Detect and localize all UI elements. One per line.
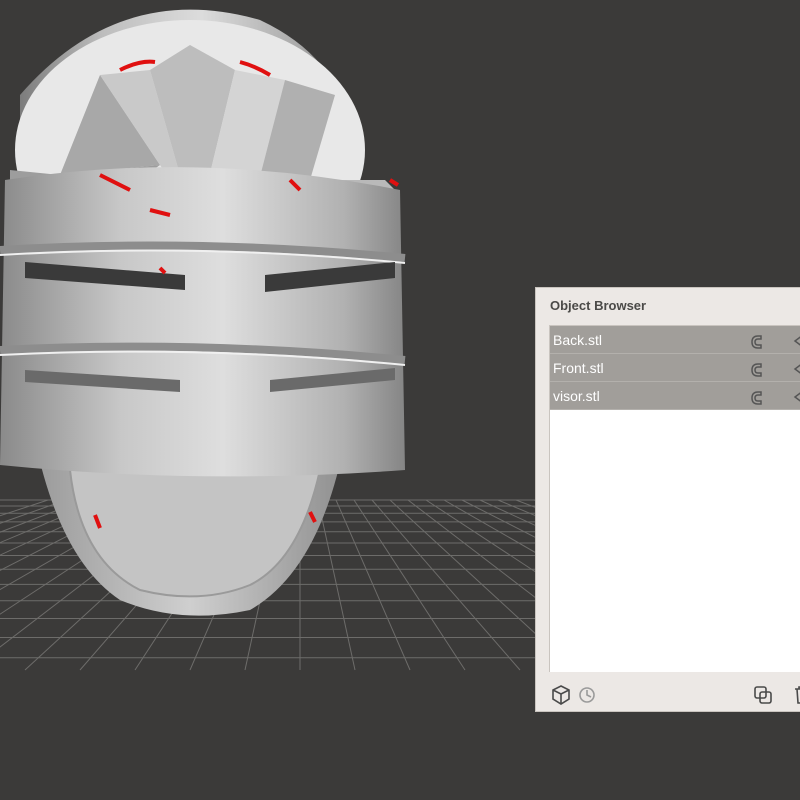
visibility-icon[interactable] [791, 331, 800, 349]
magnet-icon[interactable] [748, 359, 766, 377]
helmet-model [0, 9, 406, 616]
item-label: Front.stl [553, 360, 604, 376]
item-label: Back.stl [553, 332, 603, 348]
duplicate-icon[interactable] [752, 684, 774, 706]
panel-title: Object Browser [550, 298, 647, 313]
item-label: visor.stl [553, 388, 600, 404]
cube-icon[interactable] [550, 684, 572, 706]
magnet-icon[interactable] [748, 387, 766, 405]
list-item[interactable]: visor.stl [550, 382, 800, 410]
clock-reset-icon[interactable] [576, 684, 598, 706]
magnet-icon[interactable] [748, 331, 766, 349]
object-list: Back.stl Front.stl visor.stl [549, 325, 800, 672]
list-item[interactable]: Back.stl [550, 326, 800, 354]
object-browser-panel: Object Browser Back.stl Front.stl visor.… [535, 287, 800, 712]
visibility-icon[interactable] [791, 387, 800, 405]
visibility-icon[interactable] [791, 359, 800, 377]
list-item[interactable]: Front.stl [550, 354, 800, 382]
trash-icon[interactable] [791, 684, 800, 706]
